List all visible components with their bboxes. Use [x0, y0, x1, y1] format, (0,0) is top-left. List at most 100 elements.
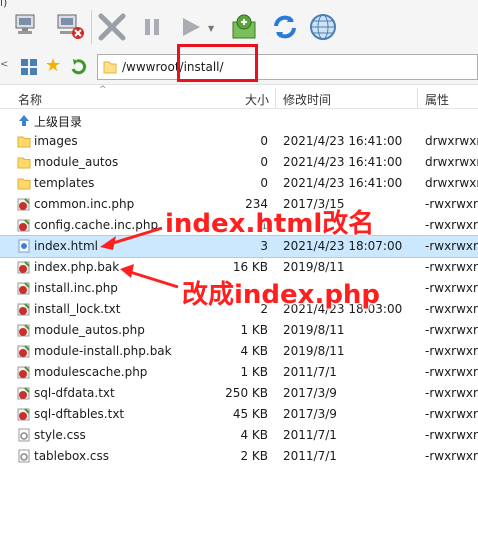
script-file-icon [17, 260, 31, 274]
file-row[interactable]: modulescache.php 1 KB 2011/7/1 -rwxrwxrw [0, 362, 478, 383]
file-size: 4 KB [240, 428, 268, 442]
file-name: install_lock.txt [34, 302, 121, 316]
file-perm: drwxrwxrw [425, 176, 478, 190]
file-name: index.html [34, 239, 98, 253]
stop-icon[interactable] [97, 12, 127, 42]
toolbar: l) ▼ [0, 0, 478, 50]
file-date: 2021/4/23 16:41:00 [283, 134, 403, 148]
folder-icon [17, 134, 31, 148]
file-date: 2011/7/1 [283, 365, 337, 379]
file-size: 0 [260, 155, 268, 169]
file-name: templates [34, 176, 95, 190]
play-icon[interactable] [176, 12, 206, 42]
file-row[interactable]: module_autos 0 2021/4/23 16:41:00 drwxrwxrw [0, 152, 478, 173]
annotation-rename: index.html改名 [165, 209, 375, 239]
file-row[interactable]: module_autos.php 1 KB 2019/8/11 -rwxrwxrw [0, 320, 478, 341]
script-file-icon [17, 218, 31, 232]
annotation-change-to-php: 改成index.php [182, 280, 381, 310]
folder-icon [17, 155, 31, 169]
script-file-icon [17, 365, 31, 379]
chevron-left-icon[interactable]: < [0, 59, 8, 70]
file-perm: -rwxrwxrw [425, 260, 478, 274]
col-perm[interactable]: 属性 [425, 91, 449, 108]
file-date: 2017/3/9 [283, 386, 337, 400]
file-size: 2 KB [240, 449, 268, 463]
file-list-header: 名称 ^ 大小 修改时间 属性 [0, 85, 478, 109]
parent-dir-row[interactable]: 上级目录 [0, 110, 478, 131]
file-perm: -rwxrwxrw [425, 428, 478, 442]
file-name: module-install.php.bak [34, 344, 172, 358]
script-file-icon [17, 281, 31, 295]
col-modified[interactable]: 修改时间 [283, 91, 331, 108]
file-row[interactable]: templates 0 2021/4/23 16:41:00 drwxrwxrw [0, 173, 478, 194]
file-perm: -rwxrwxrw [425, 344, 478, 358]
file-name: common.inc.php [34, 197, 135, 211]
col-name[interactable]: 名称 [18, 91, 42, 108]
file-row[interactable]: sql-dfdata.txt 250 KB 2017/3/9 -rwxrwxrw [0, 383, 478, 404]
file-name: config.cache.inc.php [34, 218, 159, 232]
file-perm: -rwxrwxrw [425, 197, 478, 211]
file-size: 45 KB [232, 407, 268, 421]
pause-icon[interactable] [137, 12, 167, 42]
path-input[interactable]: /wwwroot/install/ [97, 54, 478, 80]
css-file-icon [17, 428, 31, 442]
file-size: 4 KB [240, 344, 268, 358]
file-size: 3 [260, 239, 268, 253]
connect-icon[interactable] [14, 12, 44, 42]
folder-icon [17, 176, 31, 190]
script-file-icon [17, 197, 31, 211]
script-file-icon [17, 344, 31, 358]
file-perm: drwxrwxrw [425, 155, 478, 169]
network-drive-icon[interactable] [20, 58, 38, 79]
file-size: 0 [260, 134, 268, 148]
script-file-icon [17, 323, 31, 337]
file-name: tablebox.css [34, 449, 109, 463]
up-folder-icon[interactable] [70, 57, 88, 78]
file-perm: -rwxrwxrw [425, 407, 478, 421]
file-size: 1 KB [240, 323, 268, 337]
file-date: 2019/8/11 [283, 344, 345, 358]
file-row[interactable]: sql-dftables.txt 45 KB 2017/3/9 -rwxrwxrw [0, 404, 478, 425]
sort-caret-icon: ^ [99, 85, 107, 95]
file-row[interactable]: style.css 4 KB 2011/7/1 -rwxrwxrw [0, 425, 478, 446]
file-perm: -rwxrwxrw [425, 449, 478, 463]
html-file-icon [17, 239, 31, 253]
col-size[interactable]: 大小 [245, 91, 269, 108]
file-row[interactable]: module-install.php.bak 4 KB 2019/8/11 -rwxr… [0, 341, 478, 362]
sync-icon[interactable] [270, 12, 300, 42]
file-date: 2011/7/1 [283, 428, 337, 442]
globe-icon[interactable] [308, 12, 338, 42]
file-date: 2019/8/11 [283, 260, 345, 274]
file-date: 2021/4/23 16:41:00 [283, 155, 403, 169]
window-title-fragment: l) [0, 0, 8, 9]
file-perm: -rwxrwxrw [425, 386, 478, 400]
file-perm: -rwxrwxrw [425, 218, 478, 232]
file-date: 2019/8/11 [283, 323, 345, 337]
up-arrow-icon [17, 113, 31, 127]
refresh-folder-icon[interactable] [229, 12, 259, 42]
file-name: module_autos.php [34, 323, 145, 337]
file-name: sql-dftables.txt [34, 407, 125, 421]
file-size: 1 KB [240, 365, 268, 379]
script-file-icon [17, 407, 31, 421]
file-row[interactable]: images 0 2021/4/23 16:41:00 drwxrwxrw [0, 131, 478, 152]
file-name: 上级目录 [34, 115, 83, 129]
script-file-icon [17, 386, 31, 400]
disconnect-icon[interactable] [56, 12, 86, 42]
file-date: 2011/7/1 [283, 449, 337, 463]
file-row[interactable]: tablebox.css 2 KB 2011/7/1 -rwxrwxrw [0, 446, 478, 467]
file-perm: -rwxrwxrw [425, 323, 478, 337]
file-size: 0 [260, 176, 268, 190]
file-perm: drwxrwxrw [425, 134, 478, 148]
file-name: module_autos [34, 155, 119, 169]
folder-icon [103, 61, 117, 74]
file-perm: -rwxrwxrw [425, 281, 478, 295]
file-size: 16 KB [232, 260, 268, 274]
file-perm: -rwxrwxrw [425, 365, 478, 379]
file-date: 2021/4/23 18:07:00 [283, 239, 403, 253]
script-file-icon [17, 302, 31, 316]
star-icon[interactable]: ★ [45, 56, 61, 76]
file-name: images [34, 134, 78, 148]
file-date: 2017/3/9 [283, 407, 337, 421]
chevron-down-icon[interactable]: ▼ [208, 24, 214, 33]
